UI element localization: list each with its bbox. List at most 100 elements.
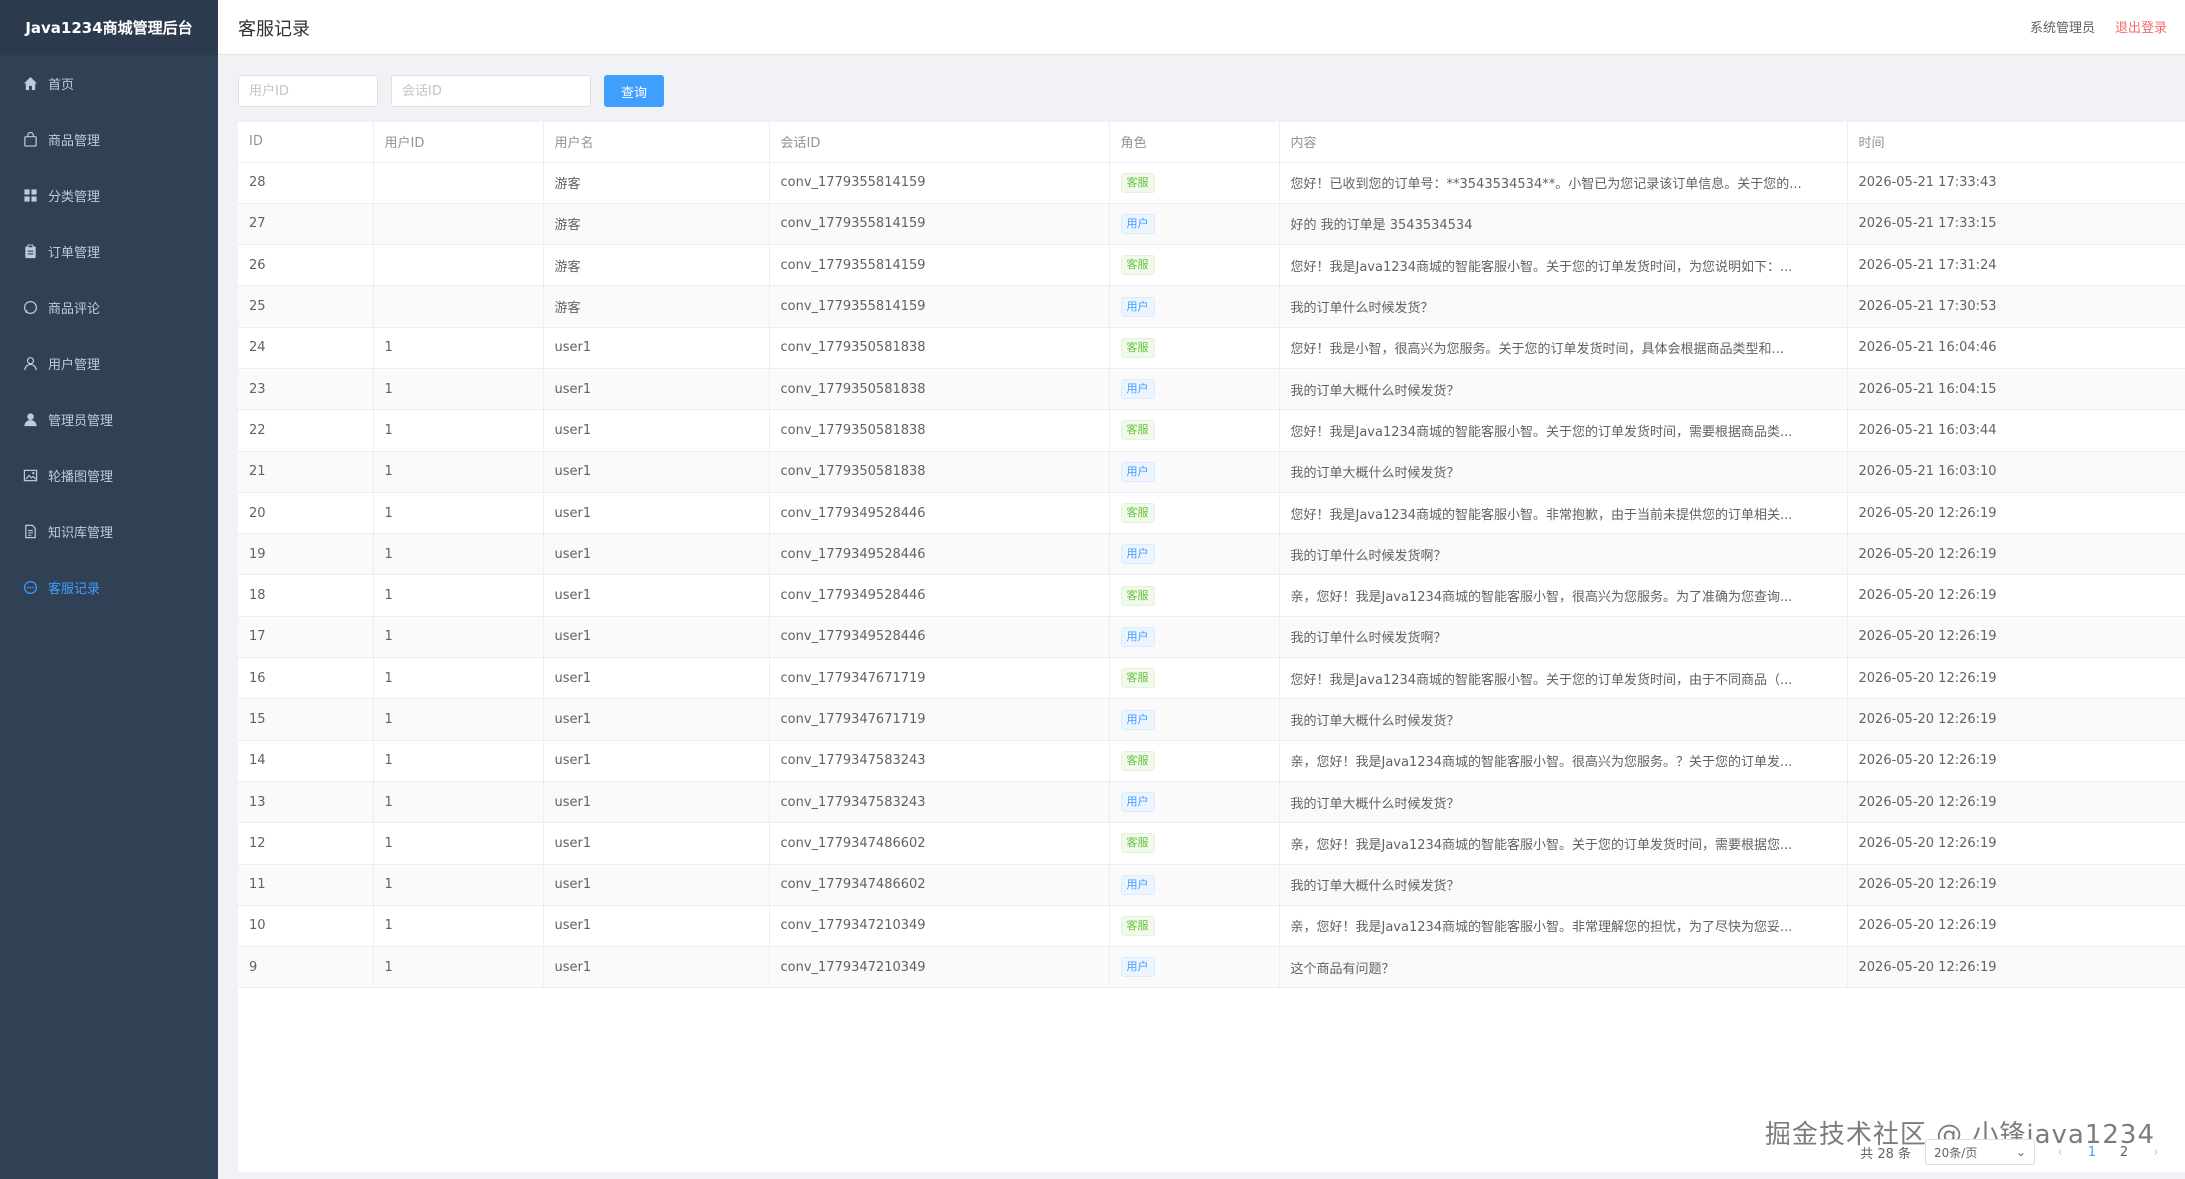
cell-content: 亲，您好！我是Java1234商城的智能客服小智。非常理解您的担忧，为了尽快为您… <box>1279 905 1848 948</box>
cell-role: 用户 <box>1109 451 1280 493</box>
sidebar-item-9[interactable]: 客服记录 <box>0 559 218 615</box>
cell-time: 2026-05-20 12:26:19 <box>1847 698 2185 741</box>
chat-icon <box>22 299 38 315</box>
cell-time: 2026-05-20 12:26:19 <box>1847 616 2185 659</box>
cell-role: 客服 <box>1109 657 1280 700</box>
cell-user-id <box>373 162 544 204</box>
cell-id: 25 <box>238 285 374 328</box>
cell-username: user1 <box>543 409 770 452</box>
sidebar-item-8[interactable]: 知识库管理 <box>0 503 218 559</box>
sidebar-item-4[interactable]: 商品评论 <box>0 279 218 335</box>
conversation-id-input[interactable] <box>391 75 591 107</box>
cell-id: 15 <box>238 698 374 741</box>
table-row: 19 1 user1 conv_1779349528446 用户 我的订单什么时候发货啊？… <box>238 533 2185 576</box>
cell-time: 2026-05-20 12:26:19 <box>1847 864 2185 906</box>
cell-time: 2026-05-20 12:26:19 <box>1847 492 2185 535</box>
cell-content: 我的订单什么时候发货啊？ <box>1279 533 1848 576</box>
cell-time: 2026-05-21 17:31:24 <box>1847 244 2185 287</box>
sidebar-item-1[interactable]: 商品管理 <box>0 111 218 167</box>
cell-role: 客服 <box>1109 244 1280 287</box>
cell-username: user1 <box>543 905 770 948</box>
sidebar-item-0[interactable]: 首页 <box>0 55 218 111</box>
sidebar-menu: 首页 商品管理 分类管理 订单管理 商品评论用户管理管理员管理轮播图管理 知识库管理客服记… <box>0 55 218 615</box>
sidebar-item-label: 管理员管理 <box>48 413 114 429</box>
cell-conversation-id: conv_1779349528446 <box>769 533 1110 576</box>
cell-user-id: 1 <box>373 698 544 741</box>
column-header: 内容 <box>1279 122 1848 163</box>
table-row: 21 1 user1 conv_1779350581838 用户 我的订单大概什么时候发货… <box>238 451 2185 493</box>
prev-page-icon[interactable]: ‹ <box>2049 1145 2071 1160</box>
pagination: 共 28 条 20条/页 ⌄ ‹ 1 2 › <box>1860 1139 2167 1165</box>
role-tag: 客服 <box>1120 585 1155 606</box>
next-page-icon[interactable]: › <box>2145 1145 2167 1160</box>
cell-role: 客服 <box>1109 409 1280 452</box>
clipboard-icon <box>22 243 38 259</box>
cell-id: 26 <box>238 244 374 287</box>
sidebar-item-5[interactable]: 用户管理 <box>0 335 218 391</box>
role-tag: 客服 <box>1120 420 1155 441</box>
cell-role: 用户 <box>1109 285 1280 328</box>
cell-conversation-id: conv_1779347210349 <box>769 905 1110 948</box>
cell-conversation-id: conv_1779350581838 <box>769 409 1110 452</box>
role-tag: 用户 <box>1120 213 1155 234</box>
cell-conversation-id: conv_1779355814159 <box>769 285 1110 328</box>
sidebar: Java1234商城管理后台 首页 商品管理 分类管理 订单管理 商品评论用户管理管理员… <box>0 0 218 1179</box>
page-number-1[interactable]: 1 <box>2081 1145 2103 1160</box>
page-number-2[interactable]: 2 <box>2113 1145 2135 1160</box>
cell-role: 用户 <box>1109 533 1280 576</box>
brand-title: Java1234商城管理后台 <box>0 0 218 55</box>
cell-username: user1 <box>543 864 770 906</box>
cell-username: user1 <box>543 492 770 535</box>
home-icon <box>22 75 38 91</box>
table-row: 9 1 user1 conv_1779347210349 用户 这个商品有问题？ 2026-… <box>238 946 2185 989</box>
cell-conversation-id: conv_1779350581838 <box>769 368 1110 411</box>
cell-content: 亲，您好！我是Java1234商城的智能客服小智，很高兴为您服务。为了准确为您查… <box>1279 574 1848 617</box>
sidebar-item-2[interactable]: 分类管理 <box>0 167 218 223</box>
sidebar-item-label: 用户管理 <box>48 357 101 373</box>
cell-content: 您好！我是Java1234商城的智能客服小智。关于您的订单发货时间，需要根据商品… <box>1279 409 1848 452</box>
table-row: 15 1 user1 conv_1779347671719 用户 我的订单大概什么时候发货… <box>238 698 2185 741</box>
sidebar-item-7[interactable]: 轮播图管理 <box>0 447 218 503</box>
page-size-select[interactable]: 20条/页 ⌄ <box>1925 1139 2035 1165</box>
sidebar-item-6[interactable]: 管理员管理 <box>0 391 218 447</box>
cell-username: 游客 <box>543 203 770 246</box>
cell-id: 16 <box>238 657 374 700</box>
cell-conversation-id: conv_1779355814159 <box>769 203 1110 246</box>
cell-user-id: 1 <box>373 368 544 411</box>
cell-id: 22 <box>238 409 374 452</box>
cell-id: 17 <box>238 616 374 659</box>
cell-time: 2026-05-21 16:04:46 <box>1847 327 2185 369</box>
user-solid-icon <box>22 411 38 427</box>
logout-link[interactable]: 退出登录 <box>2115 17 2167 36</box>
cell-conversation-id: conv_1779347671719 <box>769 657 1110 700</box>
sidebar-item-3[interactable]: 订单管理 <box>0 223 218 279</box>
cell-role: 客服 <box>1109 162 1280 204</box>
cell-user-id: 1 <box>373 492 544 535</box>
user-id-input[interactable] <box>238 75 378 107</box>
table-row: 14 1 user1 conv_1779347583243 客服 亲，您好！我是Java1… <box>238 740 2185 782</box>
cell-username: 游客 <box>543 244 770 287</box>
role-tag: 用户 <box>1120 709 1155 730</box>
filter-bar: 查询 <box>238 75 664 107</box>
cell-username: 游客 <box>543 285 770 328</box>
query-button[interactable]: 查询 <box>604 75 664 107</box>
role-tag: 用户 <box>1120 626 1155 647</box>
cell-username: user1 <box>543 451 770 493</box>
cell-id: 27 <box>238 203 374 246</box>
cell-role: 用户 <box>1109 781 1280 824</box>
cell-conversation-id: conv_1779350581838 <box>769 451 1110 493</box>
table-header-row: ID 用户ID 用户名 会话ID 角色 内容 时间 <box>238 122 2185 163</box>
cell-content: 我的订单大概什么时候发货？ <box>1279 368 1848 411</box>
sidebar-item-label: 客服记录 <box>48 581 101 597</box>
cell-content: 我的订单什么时候发货啊？ <box>1279 616 1848 659</box>
cell-id: 14 <box>238 740 374 782</box>
cell-id: 18 <box>238 574 374 617</box>
cell-user-id <box>373 285 544 328</box>
cell-user-id: 1 <box>373 533 544 576</box>
page-size-value: 20条/页 <box>1934 1145 1978 1160</box>
cell-content: 这个商品有问题？ <box>1279 946 1848 989</box>
cell-role: 用户 <box>1109 864 1280 906</box>
cell-user-id <box>373 244 544 287</box>
cell-conversation-id: conv_1779347486602 <box>769 822 1110 865</box>
cell-id: 11 <box>238 864 374 906</box>
